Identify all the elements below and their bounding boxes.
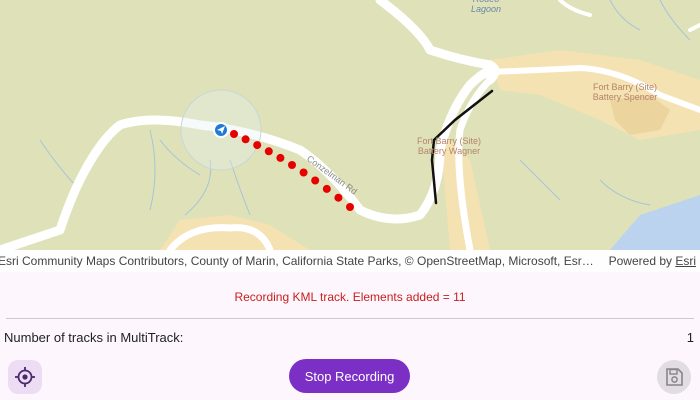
- esri-link[interactable]: Esri: [675, 254, 696, 268]
- powered-by-esri[interactable]: Powered by Esri: [609, 250, 696, 272]
- recording-status: Recording KML track. Elements added = 11: [234, 290, 466, 304]
- attribution-credits: Esri Community Maps Contributors, County…: [0, 254, 594, 268]
- road-network: [0, 0, 700, 250]
- track-point: [264, 147, 273, 156]
- map-label-fort-barry-wagner: Fort Barry (Site) Battery Wagner: [416, 136, 481, 156]
- track-point: [299, 168, 308, 177]
- map-label-lagoon: RodeoLagoon: [470, 0, 502, 14]
- track-point: [276, 153, 285, 162]
- water-area: [610, 195, 700, 250]
- powered-by-label: Powered by: [608, 254, 676, 268]
- track-point: [230, 130, 238, 138]
- track-point: [346, 203, 354, 211]
- track-point: [334, 193, 343, 202]
- map-attribution: Esri Community Maps Contributors, County…: [0, 250, 700, 272]
- save-disk-icon: [666, 368, 683, 386]
- tracks-count-row: Number of tracks in MultiTrack: 1: [4, 330, 694, 346]
- recenter-location-button[interactable]: [8, 360, 42, 394]
- track-point: [311, 176, 320, 185]
- navigation-arrow-icon: [213, 122, 229, 138]
- map-label-fort-barry-spencer: Fort Barry (Site) Battery Spencer: [592, 82, 658, 102]
- track-point: [253, 141, 262, 150]
- map-canvas: [0, 0, 700, 250]
- tracks-count-label: Number of tracks in MultiTrack:: [4, 330, 184, 345]
- divider: [6, 318, 694, 319]
- track-point: [288, 161, 296, 169]
- stop-recording-button[interactable]: Stop Recording: [289, 359, 410, 393]
- gps-crosshair-icon: [15, 367, 35, 387]
- track-point: [322, 184, 331, 193]
- map-view[interactable]: RodeoLagoon Fort Barry (Site)Battery Spe…: [0, 0, 700, 250]
- save-button: [657, 360, 691, 394]
- tracks-count-value: 1: [686, 330, 694, 345]
- track-point: [241, 135, 250, 144]
- park-area: [160, 215, 310, 250]
